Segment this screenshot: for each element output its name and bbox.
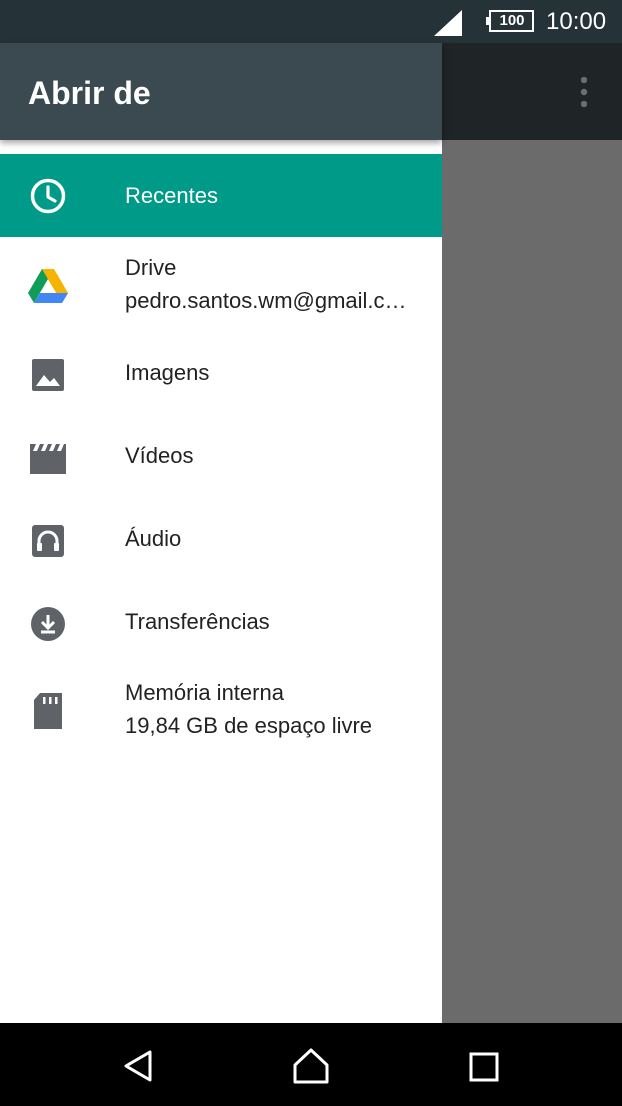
system-nav-bar <box>0 1023 622 1106</box>
drawer-item-label: Áudio <box>125 526 182 551</box>
drawer-item-drive[interactable]: Drive pedro.santos.wm@gmail.com <box>0 237 442 337</box>
drawer-item-transferencias[interactable]: Transferências <box>0 582 442 665</box>
clock-icon <box>30 178 66 214</box>
battery-level: 100 <box>499 12 525 29</box>
more-options-icon[interactable] <box>574 74 594 110</box>
drawer-item-label: Memória interna <box>125 680 284 705</box>
drawer-title: Abrir de <box>28 75 151 111</box>
drawer-item-memoria-interna[interactable]: Memória interna 19,84 GB de espaço livre <box>0 665 442 765</box>
drawer-item-label: Drive <box>125 255 177 280</box>
signal-icon <box>434 10 462 36</box>
drawer-item-audio[interactable]: Áudio <box>0 499 442 582</box>
back-icon[interactable] <box>122 1049 156 1083</box>
headphones-icon <box>32 525 64 557</box>
drawer-item-label: Vídeos <box>125 443 194 468</box>
recent-apps-icon[interactable] <box>468 1051 500 1083</box>
drawer-header: Abrir de <box>0 43 442 140</box>
status-bar: 100 10:00 <box>0 0 622 43</box>
drawer-item-label: Transferências <box>125 609 270 634</box>
background-toolbar <box>442 43 622 140</box>
home-icon[interactable] <box>292 1047 330 1085</box>
drawer-item-imagens[interactable]: Imagens <box>0 333 442 416</box>
sd-card-icon <box>34 693 62 729</box>
image-icon <box>32 359 64 391</box>
drawer-item-videos[interactable]: Vídeos <box>0 416 442 499</box>
google-drive-icon <box>28 269 68 303</box>
drive-account: pedro.santos.wm@gmail.com <box>125 288 415 313</box>
navigation-drawer: Abrir de Recentes Drive pedro.santos.wm@… <box>0 43 442 1023</box>
video-clapper-icon <box>30 444 66 474</box>
drawer-item-label: Imagens <box>125 360 210 385</box>
dimmed-background[interactable] <box>442 43 622 1023</box>
download-icon <box>31 607 65 641</box>
drawer-item-recentes[interactable]: Recentes <box>0 154 442 237</box>
drawer-item-label: Recentes <box>125 183 218 208</box>
clock-time: 10:00 <box>546 8 607 35</box>
storage-free-space: 19,84 GB de espaço livre <box>125 713 373 738</box>
